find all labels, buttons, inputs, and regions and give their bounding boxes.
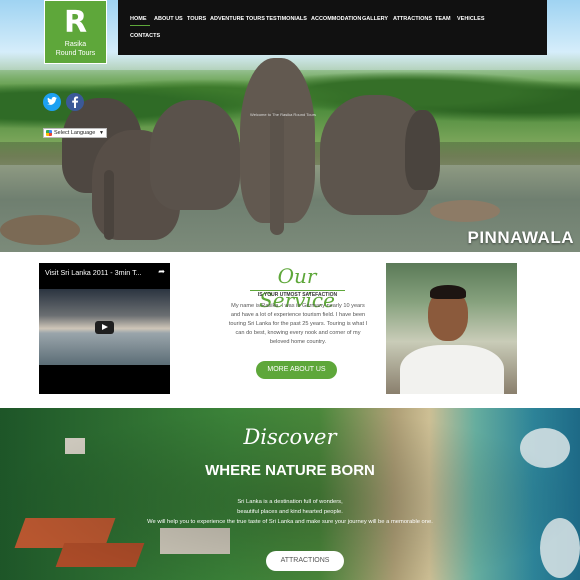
google-translate-icon — [46, 130, 52, 136]
share-icon[interactable]: ➦ — [158, 267, 165, 276]
elephant-logo-icon: R — [63, 5, 88, 40]
main-navbar: HOME ABOUT US TOURS ADVENTURE TOURS TEST… — [118, 0, 547, 55]
nav-attractions[interactable]: ATTRACTIONS — [393, 16, 432, 22]
portrait-shirt — [400, 345, 504, 394]
nav-testimonials[interactable]: TESTIMONIALS — [266, 16, 307, 22]
video-title[interactable]: Visit Sri Lanka 2011 - 3min T... — [45, 268, 142, 277]
nav-tours[interactable]: TOURS — [187, 16, 206, 22]
nav-team[interactable]: TEAM — [435, 16, 451, 22]
elephant — [150, 100, 240, 210]
service-subtitle: IS YOUR UTMOST SATEFACTION — [250, 290, 345, 298]
language-select[interactable]: Select Language ▼ — [43, 128, 107, 138]
service-description: My name is Rasika. I was in Germany near… — [228, 303, 368, 345]
hero-caption: PINNAWALA — [467, 228, 574, 247]
discover-script-title: Discover — [243, 425, 337, 449]
nav-about-us[interactable]: ABOUT US — [154, 16, 183, 22]
chevron-down-icon: ▼ — [99, 130, 104, 136]
hero-rock — [0, 215, 80, 245]
discover-line-1: Sri Lanka is a destination full of wonde… — [237, 499, 343, 505]
nav-home[interactable]: HOME — [130, 16, 147, 22]
logo-name-line1: Rasika — [64, 41, 87, 48]
elephant-trunk — [104, 170, 114, 240]
play-icon[interactable] — [95, 321, 114, 334]
hero-welcome-text: Welcome to The Rasika Round Tours — [250, 112, 317, 117]
discover-description: Sri Lanka is a destination full of wonde… — [120, 497, 460, 527]
nav-adventure-tours[interactable]: ADVENTURE TOURS — [210, 16, 265, 22]
hero-rock — [430, 200, 500, 222]
attractions-button[interactable]: ATTRACTIONS — [266, 551, 344, 571]
nav-vehicles[interactable]: VEHICLES — [457, 16, 485, 22]
logo-name-line2: Round Tours — [55, 50, 96, 57]
nav-active-indicator — [130, 25, 150, 26]
elephant-trunk — [270, 110, 284, 235]
discover-line-2: beautiful places and kind hearted people… — [237, 509, 343, 515]
nav-gallery[interactable]: GALLERY — [362, 16, 388, 22]
facebook-icon[interactable] — [66, 93, 84, 111]
language-select-label: Select Language — [54, 130, 96, 136]
more-about-us-button[interactable]: MORE ABOUT US — [256, 361, 337, 379]
discover-title: WHERE NATURE BORN — [205, 462, 375, 479]
site-logo[interactable]: R Rasika Round Tours — [44, 0, 107, 64]
discover-line-3: We will help you to experience the true … — [147, 519, 433, 525]
portrait-hair — [430, 285, 466, 299]
elephant — [405, 110, 440, 190]
nav-contacts[interactable]: CONTACTS — [130, 33, 160, 39]
nav-accommodation[interactable]: ACCOMMODATION — [311, 16, 361, 22]
owner-portrait — [386, 263, 517, 394]
video-embed[interactable]: Visit Sri Lanka 2011 - 3min T... ➦ — [39, 263, 170, 394]
twitter-icon[interactable] — [43, 93, 61, 111]
